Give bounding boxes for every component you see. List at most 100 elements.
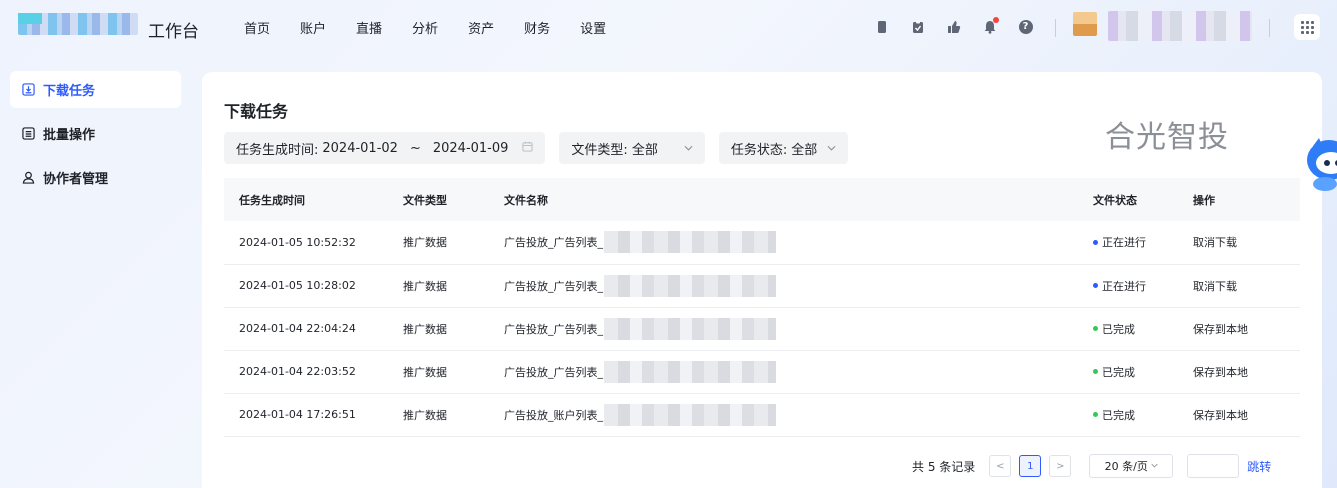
- task-status-value: 全部: [791, 142, 818, 158]
- brand-watermark: 合光智投: [1105, 120, 1229, 155]
- column-header-file-status: 文件状态: [1078, 178, 1178, 221]
- chevron-down-icon: [1151, 461, 1158, 471]
- nav-item-live[interactable]: 直播: [356, 18, 382, 37]
- redacted-file-name: [604, 274, 776, 297]
- file-name-text: 广告投放_广告列表_: [504, 322, 603, 336]
- header-actions: ?: [874, 17, 1054, 34]
- page-1-button[interactable]: 1: [1019, 455, 1042, 477]
- help-button[interactable]: ?: [1018, 19, 1033, 34]
- cell-file-name: 广告投放_广告列表_: [504, 231, 1078, 254]
- save-to-local-link[interactable]: 保存到本地: [1178, 350, 1300, 394]
- status-dot: [1093, 283, 1098, 288]
- nav-item-settings[interactable]: 设置: [580, 18, 606, 37]
- page-jump-input[interactable]: [1187, 454, 1240, 478]
- table-row: 2024-01-04 22:04:24 推广数据 广告投放_广告列表_ 已完成 …: [224, 307, 1300, 351]
- next-page-button[interactable]: >: [1049, 455, 1072, 477]
- user-icon: [21, 171, 35, 185]
- save-to-local-link[interactable]: 保存到本地: [1178, 307, 1300, 351]
- sidebar-item-label: 协作者管理: [43, 172, 109, 187]
- chevron-down-icon: [684, 143, 693, 154]
- sidebar-item-collaborators[interactable]: 协作者管理: [10, 159, 181, 196]
- file-type-value: 全部: [631, 142, 658, 158]
- cell-status: 已完成: [1102, 365, 1135, 379]
- redacted-file-name: [604, 403, 776, 426]
- avatar[interactable]: [1073, 12, 1097, 36]
- clipboard-icon[interactable]: [874, 19, 889, 34]
- filter-bar: 任务生成时间: 2024-01-02 ~ 2024-01-09 文件类型: 全部…: [224, 132, 862, 164]
- file-name-text: 广告投放_广告列表_: [504, 236, 603, 250]
- page-size-value: 20 条/页: [1104, 460, 1148, 473]
- task-icon[interactable]: [910, 19, 925, 34]
- sidebar: 下载任务 批量操作 协作者管理: [10, 71, 181, 203]
- nav-item-analysis[interactable]: 分析: [412, 18, 438, 37]
- date-end[interactable]: 2024-01-09: [433, 141, 509, 156]
- table-header-row: 任务生成时间 文件类型 文件名称 文件状态 操作: [224, 178, 1300, 221]
- total-records: 共 5 条记录: [912, 459, 976, 474]
- header-divider: [1269, 19, 1270, 37]
- redacted-file-name: [604, 231, 776, 254]
- sidebar-item-download-tasks[interactable]: 下载任务: [10, 71, 181, 108]
- column-header-file-name: 文件名称: [489, 178, 1078, 221]
- grid-icon: [1300, 20, 1314, 34]
- logo[interactable]: [18, 13, 138, 35]
- date-separator: ~: [409, 140, 421, 156]
- cell-file-name: 广告投放_账户列表_: [504, 403, 1078, 426]
- column-header-action: 操作: [1178, 178, 1300, 221]
- page-title: 下载任务: [224, 102, 289, 121]
- bell-icon[interactable]: [982, 17, 999, 34]
- nav-item-finance[interactable]: 财务: [524, 18, 550, 37]
- page-jump-button[interactable]: 跳转: [1247, 458, 1271, 475]
- cell-time: 2024-01-05 10:28:02: [224, 264, 388, 308]
- help-icon: ?: [1018, 19, 1033, 34]
- task-status-filter[interactable]: 任务状态: 全部: [718, 132, 849, 164]
- nav-item-account[interactable]: 账户: [300, 18, 326, 37]
- cell-status: 已完成: [1102, 322, 1135, 336]
- cell-status: 已完成: [1102, 408, 1135, 422]
- header-divider: [1055, 19, 1056, 37]
- assistant-robot-icon[interactable]: [1303, 130, 1337, 194]
- nav-item-assets[interactable]: 资产: [468, 18, 494, 37]
- main-nav: 首页 账户 直播 分析 资产 财务 设置: [230, 18, 636, 37]
- thumbs-up-icon[interactable]: [946, 19, 961, 34]
- cell-time: 2024-01-05 10:52:32: [224, 221, 388, 265]
- calendar-icon: [522, 141, 533, 155]
- prev-page-button[interactable]: <: [989, 455, 1012, 477]
- cell-file-type: 推广数据: [388, 264, 489, 308]
- file-type-label: 文件类型:: [571, 142, 628, 158]
- top-bar: 工作台 首页 账户 直播 分析 资产 财务 设置 ?: [0, 0, 1337, 58]
- app-grid-button[interactable]: [1294, 14, 1320, 40]
- cell-file-type: 推广数据: [388, 393, 489, 437]
- cell-file-name: 广告投放_广告列表_: [504, 360, 1078, 383]
- list-icon: [21, 127, 35, 141]
- cell-time: 2024-01-04 22:03:52: [224, 350, 388, 394]
- status-dot: [1093, 412, 1098, 417]
- cell-file-type: 推广数据: [388, 307, 489, 351]
- cancel-download-link[interactable]: 取消下载: [1178, 221, 1300, 265]
- cell-time: 2024-01-04 22:04:24: [224, 307, 388, 351]
- status-dot: [1093, 369, 1098, 374]
- save-to-local-link[interactable]: 保存到本地: [1178, 393, 1300, 437]
- date-start[interactable]: 2024-01-02: [322, 141, 398, 156]
- user-info[interactable]: [1108, 11, 1252, 41]
- cell-file-type: 推广数据: [388, 221, 489, 265]
- column-header-time: 任务生成时间: [224, 178, 388, 221]
- cell-status: 正在进行: [1102, 236, 1146, 250]
- cell-file-name: 广告投放_广告列表_: [504, 317, 1078, 340]
- download-icon: [21, 83, 35, 97]
- sidebar-item-label: 批量操作: [43, 128, 96, 143]
- table-row: 2024-01-05 10:28:02 推广数据 广告投放_广告列表_ 正在进行…: [224, 264, 1300, 308]
- nav-item-home[interactable]: 首页: [244, 18, 270, 37]
- page-size-select[interactable]: 20 条/页: [1089, 454, 1174, 478]
- cell-file-name: 广告投放_广告列表_: [504, 274, 1078, 297]
- notification-badge: [993, 17, 999, 23]
- file-type-filter[interactable]: 文件类型: 全部: [559, 132, 705, 164]
- table-row: 2024-01-04 17:26:51 推广数据 广告投放_账户列表_ 已完成 …: [224, 393, 1300, 437]
- sidebar-item-label: 下载任务: [43, 84, 96, 99]
- cell-file-type: 推广数据: [388, 350, 489, 394]
- column-header-file-type: 文件类型: [388, 178, 489, 221]
- file-name-text: 广告投放_广告列表_: [504, 365, 603, 379]
- sidebar-item-batch-operations[interactable]: 批量操作: [10, 115, 181, 152]
- file-name-text: 广告投放_广告列表_: [504, 279, 603, 293]
- cancel-download-link[interactable]: 取消下载: [1178, 264, 1300, 308]
- date-range-filter[interactable]: 任务生成时间: 2024-01-02 ~ 2024-01-09: [224, 132, 546, 164]
